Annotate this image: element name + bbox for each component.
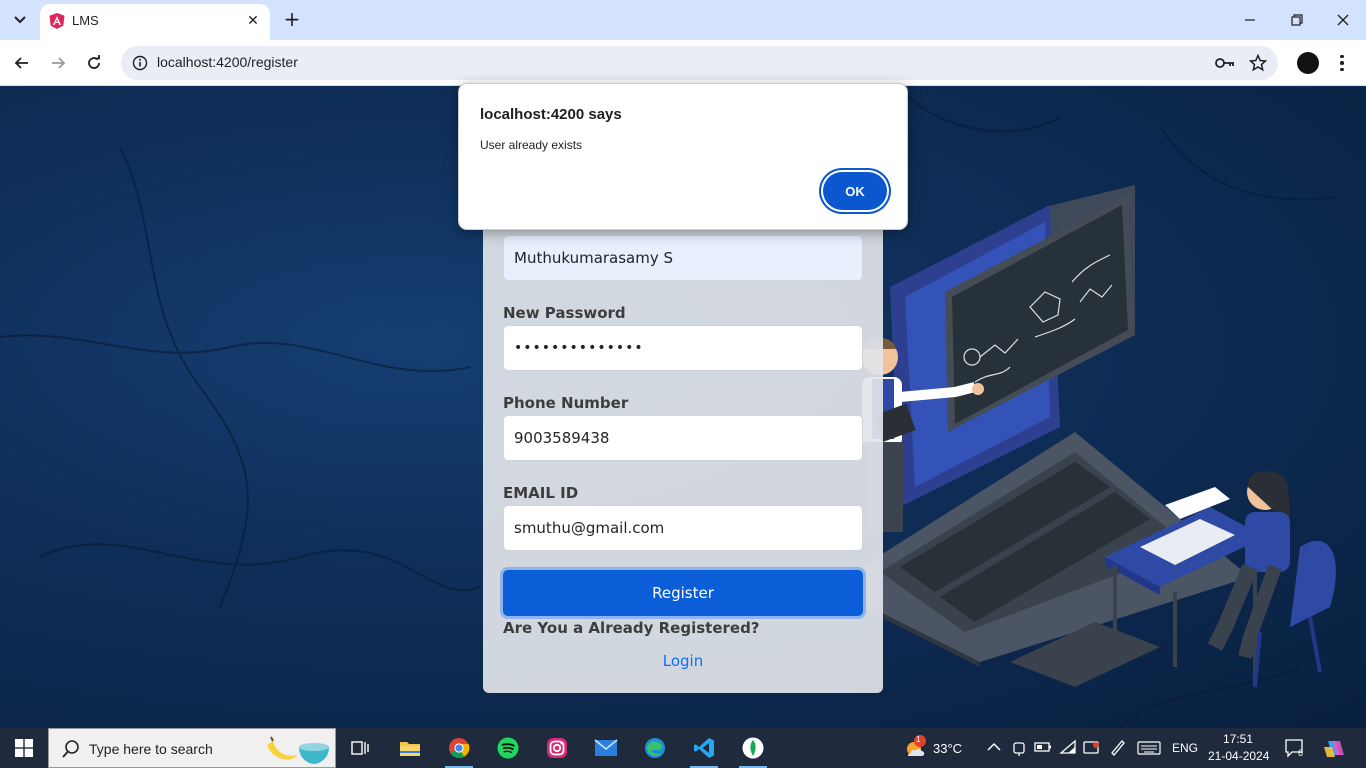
task-view-button[interactable] — [338, 728, 382, 768]
vscode-button[interactable] — [682, 728, 726, 768]
email-input[interactable]: smuthu@gmail.com — [503, 505, 863, 551]
clock-time[interactable]: 17:51 — [1223, 732, 1253, 746]
clock-date[interactable]: 21-04-2024 — [1208, 749, 1269, 763]
dialog-title: localhost:4200 says — [480, 106, 622, 123]
full-name-input[interactable]: Muthukumarasamy S — [503, 235, 863, 281]
email-label: EMAIL ID — [503, 484, 579, 502]
forward-button[interactable] — [44, 49, 72, 77]
weather-temp[interactable]: 33°C — [933, 741, 962, 756]
address-bar[interactable]: localhost:4200/register — [121, 46, 1278, 80]
instagram-button[interactable] — [535, 728, 579, 768]
search-placeholder: Type here to search — [89, 741, 213, 757]
ok-button[interactable]: OK — [823, 172, 887, 210]
bookmark-star-icon[interactable] — [1247, 52, 1269, 74]
windows-icon — [15, 739, 33, 757]
tab-title: LMS — [72, 13, 99, 28]
profile-avatar[interactable] — [1297, 52, 1319, 74]
taskbar: Type here to search 1 33°C ENG 17:51 21-… — [0, 728, 1366, 768]
chevron-down-icon — [14, 16, 26, 24]
angular-icon — [49, 13, 65, 29]
alert-dialog: localhost:4200 says User already exists … — [458, 83, 908, 230]
password-key-icon[interactable] — [1214, 52, 1236, 74]
mongodb-icon — [742, 737, 764, 759]
phone-label: Phone Number — [503, 394, 629, 412]
file-explorer-button[interactable] — [388, 728, 432, 768]
spotify-icon — [497, 737, 519, 759]
meet-now-icon[interactable] — [1011, 739, 1027, 757]
weather-badge-count: 1 — [916, 735, 921, 744]
arrow-right-icon — [52, 57, 66, 69]
chevron-up-icon[interactable] — [987, 742, 1001, 752]
close-tab-icon[interactable]: ✕ — [244, 12, 262, 30]
mail-icon — [594, 739, 618, 756]
minimize-icon — [1245, 19, 1255, 21]
browser-toolbar: localhost:4200/register — [0, 40, 1366, 86]
browser-tab[interactable]: LMS ✕ — [40, 4, 270, 40]
minimize-button[interactable] — [1236, 6, 1264, 34]
browser-menu-icon[interactable] — [1334, 50, 1350, 76]
email-value: smuthu@gmail.com — [514, 519, 665, 537]
mongodb-compass-button[interactable] — [731, 728, 775, 768]
spotify-button[interactable] — [486, 728, 530, 768]
search-icon — [62, 740, 79, 758]
copilot-icon[interactable] — [1323, 737, 1345, 759]
edge-icon — [645, 738, 665, 758]
arrow-left-icon — [14, 57, 28, 69]
browser-tab-strip: LMS ✕ + — [0, 0, 1366, 40]
edge-button[interactable] — [633, 728, 677, 768]
info-icon — [132, 55, 148, 71]
tab-search-button[interactable] — [8, 8, 32, 32]
chrome-icon — [449, 738, 470, 759]
wifi-icon[interactable] — [1059, 739, 1077, 755]
vscode-icon — [694, 738, 714, 758]
restore-icon — [1291, 14, 1303, 26]
start-button[interactable] — [0, 728, 48, 768]
site-info-icon[interactable] — [129, 52, 151, 74]
search-highlight-icon — [267, 736, 329, 764]
url-text[interactable]: localhost:4200/register — [157, 54, 298, 70]
already-registered-text: Are You a Already Registered? — [503, 619, 760, 637]
password-value: •••••••••••••• — [514, 340, 644, 356]
mail-button[interactable] — [584, 728, 628, 768]
restore-button[interactable] — [1283, 6, 1311, 34]
reload-button[interactable] — [80, 49, 108, 77]
reload-icon — [88, 55, 100, 69]
new-tab-button[interactable]: + — [280, 8, 304, 32]
notification-count: 6 — [1298, 748, 1304, 758]
folder-icon — [400, 742, 420, 756]
keyboard-icon[interactable] — [1137, 741, 1161, 755]
task-view-icon — [351, 741, 369, 755]
pen-icon[interactable] — [1109, 738, 1127, 756]
phone-value: 9003589438 — [514, 429, 610, 447]
full-name-value: Muthukumarasamy S — [514, 249, 674, 267]
close-window-button[interactable] — [1329, 6, 1357, 34]
language-indicator[interactable]: ENG — [1172, 741, 1198, 755]
battery-icon[interactable] — [1034, 741, 1052, 753]
instagram-icon — [547, 738, 567, 758]
login-link[interactable]: Login — [483, 652, 883, 670]
password-label: New Password — [503, 304, 626, 322]
password-input[interactable]: •••••••••••••• — [503, 325, 863, 371]
taskbar-search-box[interactable]: Type here to search — [48, 728, 336, 768]
dialog-message: User already exists — [480, 138, 583, 152]
register-button[interactable]: Register — [503, 570, 863, 616]
close-icon — [1337, 14, 1349, 26]
phone-input[interactable]: 9003589438 — [503, 415, 863, 461]
chrome-button[interactable] — [437, 728, 481, 768]
volume-icon[interactable] — [1083, 739, 1101, 757]
back-button[interactable] — [8, 49, 36, 77]
